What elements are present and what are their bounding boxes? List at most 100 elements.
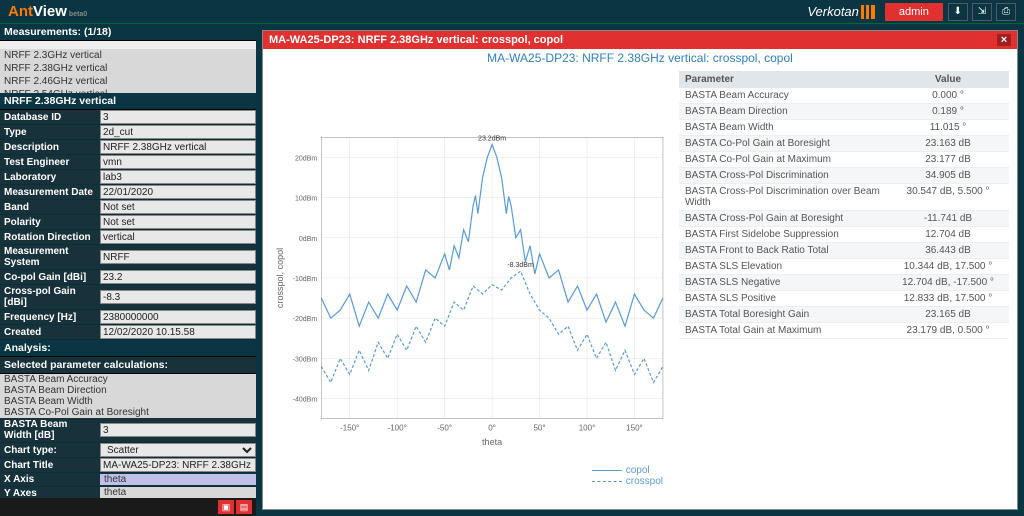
app-logo: AntViewbeta0 xyxy=(8,3,87,20)
test_engineer-label: Test Engineer xyxy=(0,156,100,169)
table-row: BASTA Total Gain at Maximum23.179 dB, 0.… xyxy=(679,323,1009,339)
laboratory-label: Laboratory xyxy=(0,171,100,184)
svg-text:50°: 50° xyxy=(533,424,545,433)
crosspol_gain-label: Cross-pol Gain [dBi] xyxy=(0,285,100,309)
table-row: BASTA Co-Pol Gain at Boresight23.163 dB xyxy=(679,136,1009,152)
svg-text:-8.3dBm: -8.3dBm xyxy=(507,262,534,269)
xaxis-label: X Axis xyxy=(0,473,100,486)
svg-text:0°: 0° xyxy=(488,424,496,433)
meas_date-label: Measurement Date xyxy=(0,186,100,199)
brand-icon xyxy=(861,5,875,19)
copol_gain-label: Co-pol Gain [dBi] xyxy=(0,271,100,284)
yaxes-label: Y Axes xyxy=(0,487,100,498)
chart-type-label: Chart type: xyxy=(0,444,100,457)
table-row: BASTA SLS Elevation10.344 dB, 17.500 ° xyxy=(679,259,1009,275)
table-row: BASTA SLS Positive12.833 dB, 17.500 ° xyxy=(679,291,1009,307)
chart-type-select[interactable]: Scatter xyxy=(100,443,256,457)
beamwidth-input[interactable] xyxy=(100,423,256,437)
table-row: BASTA Beam Direction0.189 ° xyxy=(679,104,1009,120)
footer-action-1[interactable]: ▣ xyxy=(218,500,234,514)
beamwidth-label: BASTA Beam Width [dB] xyxy=(0,418,100,442)
table-row: BASTA Front to Back Ratio Total36.443 dB xyxy=(679,243,1009,259)
chart-subtitle: MA-WA25-DP23: NRFF 2.38GHz vertical: cro… xyxy=(263,49,1017,67)
list-item[interactable]: BASTA Co-Pol Gain at Boresight xyxy=(0,407,256,418)
legend: copol crosspol xyxy=(592,465,663,487)
polarity-input[interactable] xyxy=(100,215,256,229)
user-button[interactable]: admin xyxy=(885,3,943,21)
band-label: Band xyxy=(0,201,100,214)
list-item[interactable]: BASTA Beam Accuracy xyxy=(0,374,256,385)
frequency-input[interactable] xyxy=(100,310,256,324)
value-header: Value xyxy=(893,74,1003,85)
chart-window-title: MA-WA25-DP23: NRFF 2.38GHz vertical: cro… xyxy=(269,34,563,46)
list-item[interactable]: BASTA Beam Direction xyxy=(0,385,256,396)
laboratory-input[interactable] xyxy=(100,170,256,184)
svg-text:10dBm: 10dBm xyxy=(295,196,317,203)
table-row: BASTA Cross-Pol Discrimination over Beam… xyxy=(679,184,1009,211)
list-item[interactable]: BASTA Beam Width xyxy=(0,396,256,407)
meas_system-input[interactable] xyxy=(100,250,256,264)
created-input[interactable] xyxy=(100,325,256,339)
type-label: Type xyxy=(0,126,100,139)
list-item[interactable]: theta xyxy=(100,474,256,485)
list-item[interactable]: NRFF 2.38GHz vertical xyxy=(0,62,256,75)
table-row: BASTA SLS Negative12.704 dB, -17.500 ° xyxy=(679,275,1009,291)
print-icon[interactable]: ⎙ xyxy=(996,3,1016,21)
description-input[interactable] xyxy=(100,140,256,154)
test_engineer-input[interactable] xyxy=(100,155,256,169)
calc-list[interactable]: BASTA Beam Accuracy BASTA Beam Direction… xyxy=(0,374,256,418)
parameter-table: ParameterValue BASTA Beam Accuracy0.000 … xyxy=(679,71,1009,505)
param-header: Parameter xyxy=(685,74,893,85)
export-icon[interactable]: ⇲ xyxy=(972,3,992,21)
brand-label: Verkotan xyxy=(807,4,875,19)
list-item[interactable]: theta xyxy=(100,487,256,498)
meas_date-input[interactable] xyxy=(100,185,256,199)
chart-titlebar[interactable]: MA-WA25-DP23: NRFF 2.38GHz vertical: cro… xyxy=(263,31,1017,49)
polarity-label: Polarity xyxy=(0,216,100,229)
svg-text:0dBm: 0dBm xyxy=(299,236,317,243)
svg-text:theta: theta xyxy=(482,437,503,447)
svg-text:-30dBm: -30dBm xyxy=(293,356,318,363)
svg-text:-50°: -50° xyxy=(437,424,452,433)
table-row: BASTA Co-Pol Gain at Maximum23.177 dB xyxy=(679,152,1009,168)
svg-text:100°: 100° xyxy=(579,424,596,433)
chart-svg: -150°-100°-50°0°50°100°150°-40dBm-30dBm-… xyxy=(271,71,673,505)
database_id-label: Database ID xyxy=(0,111,100,124)
footer-action-2[interactable]: ▤ xyxy=(236,500,252,514)
analysis-header: Analysis: xyxy=(0,340,256,357)
database_id-input[interactable] xyxy=(100,110,256,124)
meas_system-label: Measurement System xyxy=(0,245,100,269)
table-row: BASTA Cross-Pol Discrimination34.905 dB xyxy=(679,168,1009,184)
list-item[interactable]: NRFF 2.3GHz vertical xyxy=(0,49,256,62)
download-icon[interactable]: ⬇ xyxy=(948,3,968,21)
table-row: BASTA First Sidelobe Suppression12.704 d… xyxy=(679,227,1009,243)
measurements-list[interactable]: NRFF 2.3GHz vertical NRFF 2.38GHz vertic… xyxy=(0,41,256,93)
svg-text:20dBm: 20dBm xyxy=(295,155,317,162)
list-item[interactable]: NRFF 2.46GHz vertical xyxy=(0,75,256,88)
table-row: BASTA Beam Width11.015 ° xyxy=(679,120,1009,136)
chart-window: MA-WA25-DP23: NRFF 2.38GHz vertical: cro… xyxy=(262,30,1018,510)
created-label: Created xyxy=(0,326,100,339)
sidebar-footer: ▣ ▤ xyxy=(0,498,256,516)
chart-title-label: Chart Title xyxy=(0,459,100,472)
svg-text:-150°: -150° xyxy=(340,424,359,433)
rotation-input[interactable] xyxy=(100,230,256,244)
svg-text:-40dBm: -40dBm xyxy=(293,397,318,404)
svg-text:23.2dBm: 23.2dBm xyxy=(478,135,506,142)
description-label: Description xyxy=(0,141,100,154)
measurements-header: Measurements: (1/18) xyxy=(0,24,256,41)
type-input[interactable] xyxy=(100,125,256,139)
close-icon[interactable]: × xyxy=(997,34,1011,46)
selected-calc-header: Selected parameter calculations: xyxy=(0,357,256,374)
sidebar: Measurements: (1/18) NRFF 2.3GHz vertica… xyxy=(0,24,256,516)
table-row: BASTA Cross-Pol Gain at Boresight-11.741… xyxy=(679,211,1009,227)
copol_gain-input[interactable] xyxy=(100,270,256,284)
table-row: BASTA Beam Accuracy0.000 ° xyxy=(679,88,1009,104)
crosspol_gain-input[interactable] xyxy=(100,290,256,304)
svg-text:-10dBm: -10dBm xyxy=(293,276,318,283)
topbar: AntViewbeta0 Verkotan admin ⬇ ⇲ ⎙ xyxy=(0,0,1024,24)
chart-title-input[interactable] xyxy=(100,458,256,472)
rotation-label: Rotation Direction xyxy=(0,231,100,244)
band-input[interactable] xyxy=(100,200,256,214)
svg-text:-100°: -100° xyxy=(388,424,407,433)
